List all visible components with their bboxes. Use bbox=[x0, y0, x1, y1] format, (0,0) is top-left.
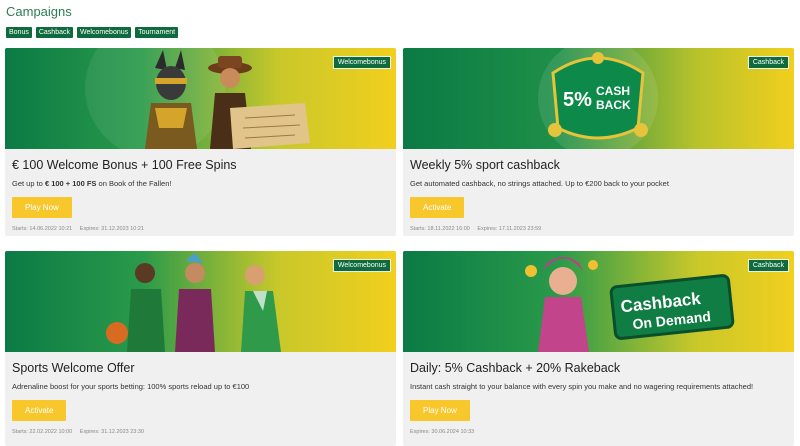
expiry-date: Expires: 31.12.2023 10:21 bbox=[79, 226, 144, 232]
filter-tag-cashback[interactable]: Cashback bbox=[35, 27, 73, 38]
campaign-dates: Starts: 22.02.2022 10:00 Expires: 31.12.… bbox=[12, 429, 390, 435]
start-date: Starts: 14.06.2022 10:21 bbox=[12, 226, 73, 232]
campaign-badge: Welcomebonus bbox=[332, 56, 391, 69]
campaign-title: Daily: 5% Cashback + 20% Rakeback bbox=[410, 361, 621, 375]
start-date: Starts: 22.02.2022 10:00 bbox=[12, 429, 73, 435]
campaign-banner-image[interactable]: Welcomebonus bbox=[5, 48, 396, 149]
campaign-card-daily-cashback: Cashback On Demand Cashback Daily: 5% Ca… bbox=[403, 251, 794, 446]
filter-tag-tournament[interactable]: Tournament bbox=[135, 27, 179, 38]
campaign-badge: Welcomebonus bbox=[332, 259, 391, 272]
campaign-description: Get up to € 100 + 100 FS on Book of the … bbox=[12, 179, 172, 188]
campaign-description: Get automated cashback, no strings attac… bbox=[410, 179, 669, 188]
activate-button[interactable]: Activate bbox=[12, 400, 67, 421]
campaign-filters: Bonus Cashback Welcomebonus Tournament bbox=[6, 27, 179, 38]
campaign-description: Instant cash straight to your balance wi… bbox=[410, 382, 754, 391]
expiry-date: Expires: 17.11.2023 23:59 bbox=[477, 226, 542, 232]
campaign-dates: Starts: 14.06.2022 10:21 Expires: 31.12.… bbox=[12, 226, 390, 232]
campaign-card-sports-welcome: Welcomebonus Sports Welcome Offer Adrena… bbox=[5, 251, 396, 446]
play-now-button[interactable]: Play Now bbox=[410, 400, 470, 421]
campaign-badge: Cashback bbox=[747, 56, 789, 69]
campaign-title: Weekly 5% sport cashback bbox=[410, 158, 560, 172]
campaign-dates: Starts: 18.11.2022 16:00 Expires: 17.11.… bbox=[410, 226, 788, 232]
campaign-banner-image[interactable]: 5% CASH BACK Cashback bbox=[403, 48, 794, 149]
svg-text:CASH: CASH bbox=[596, 84, 630, 98]
svg-text:BACK: BACK bbox=[596, 98, 631, 112]
expiry-date: Expires: 30.06.2024 10:33 bbox=[410, 429, 475, 435]
cashback-emblem-illustration: 5% CASH BACK bbox=[538, 48, 658, 149]
campaign-card-sport-cashback: 5% CASH BACK Cashback Weekly 5% sport ca… bbox=[403, 48, 794, 236]
campaign-banner-image[interactable]: Welcomebonus bbox=[5, 251, 396, 352]
play-now-button[interactable]: Play Now bbox=[12, 197, 72, 218]
start-date: Starts: 18.11.2022 16:00 bbox=[410, 226, 470, 232]
campaign-description: Adrenaline boost for your sports betting… bbox=[12, 382, 250, 391]
activate-button[interactable]: Activate bbox=[410, 197, 465, 218]
page-title: Campaigns bbox=[6, 4, 72, 19]
campaign-title: Sports Welcome Offer bbox=[12, 361, 135, 375]
campaign-title: € 100 Welcome Bonus + 100 Free Spins bbox=[12, 158, 237, 172]
campaign-banner-image[interactable]: Cashback On Demand Cashback bbox=[403, 251, 794, 352]
campaign-badge: Cashback bbox=[747, 259, 789, 272]
expiry-date: Expires: 31.12.2023 23:30 bbox=[79, 429, 144, 435]
campaign-dates: Expires: 30.06.2024 10:33 bbox=[410, 429, 788, 435]
filter-tag-welcomebonus[interactable]: Welcomebonus bbox=[77, 27, 132, 38]
campaign-card-welcome-bonus: Welcomebonus € 100 Welcome Bonus + 100 F… bbox=[5, 48, 396, 236]
cashback-on-demand-illustration: Cashback On Demand bbox=[525, 257, 735, 352]
svg-text:5%: 5% bbox=[563, 89, 592, 111]
filter-tag-bonus[interactable]: Bonus bbox=[6, 27, 32, 38]
